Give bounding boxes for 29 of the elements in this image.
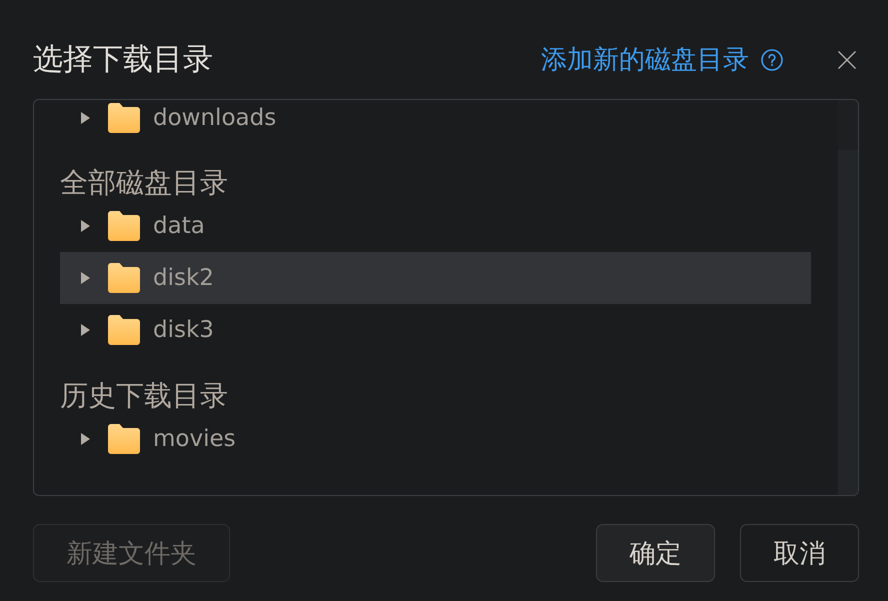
folder-icon [108, 263, 140, 293]
folder-name: data [153, 213, 205, 239]
expand-arrow-icon[interactable] [81, 112, 90, 124]
confirm-button[interactable]: 确定 [596, 524, 715, 582]
expand-arrow-icon[interactable] [81, 220, 90, 232]
folder-name: disk3 [153, 317, 214, 343]
folder-item[interactable]: downloads [60, 100, 811, 143]
folder-icon [108, 102, 140, 132]
folder-icon [108, 424, 140, 454]
folder-name: movies [153, 426, 236, 452]
dialog-title: 选择下载目录 [33, 41, 214, 79]
help-icon[interactable] [761, 49, 783, 71]
cancel-button[interactable]: 取消 [740, 524, 859, 582]
folder-item[interactable]: disk2 [60, 252, 811, 304]
folder-item[interactable]: data [60, 200, 811, 252]
folder-name: downloads [153, 104, 276, 130]
add-disk-link[interactable]: 添加新的磁盘目录 [541, 42, 749, 78]
close-button[interactable] [835, 48, 859, 72]
expand-arrow-icon[interactable] [81, 272, 90, 284]
folder-icon [108, 211, 140, 241]
folder-icon [108, 315, 140, 345]
folder-item[interactable]: disk3 [60, 304, 811, 356]
expand-arrow-icon[interactable] [81, 433, 90, 445]
folder-name: disk2 [153, 265, 214, 291]
expand-arrow-icon[interactable] [81, 324, 90, 336]
close-icon [838, 51, 856, 69]
section-heading: 历史下载目录 [60, 378, 229, 413]
section-heading: 全部磁盘目录 [60, 165, 229, 200]
folder-item[interactable]: movies [60, 413, 811, 465]
